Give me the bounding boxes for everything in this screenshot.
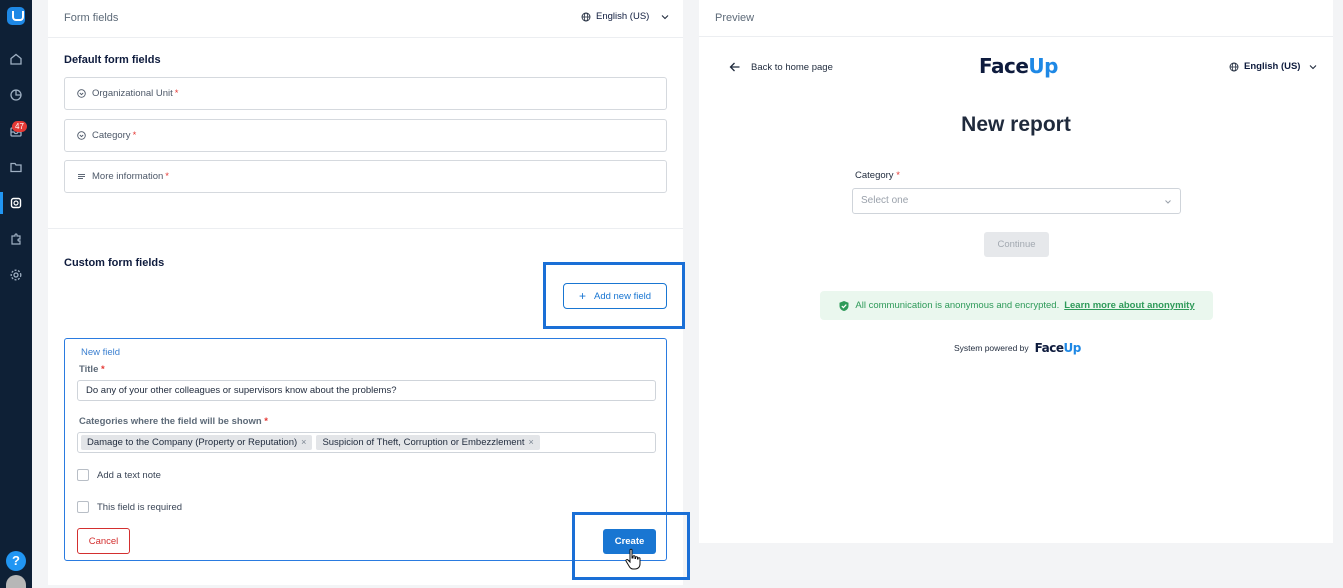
folder-icon[interactable] xyxy=(9,160,23,174)
new-field-legend: New field xyxy=(81,347,121,358)
section-divider xyxy=(48,228,683,229)
analytics-icon[interactable] xyxy=(9,88,23,102)
faceup-logo: FaceUp xyxy=(979,54,1058,78)
remove-chip-icon[interactable]: × xyxy=(529,433,534,452)
title-input[interactable]: Do any of your other colleagues or super… xyxy=(77,380,656,401)
globe-icon xyxy=(581,12,591,21)
chip-label: Suspicion of Theft, Corruption or Embezz… xyxy=(322,437,525,448)
form-icon[interactable] xyxy=(9,196,23,210)
required-mark: * xyxy=(165,171,169,182)
shield-check-icon xyxy=(839,300,849,311)
faceup-small-logo: FaceUp xyxy=(1034,341,1082,355)
default-field-category[interactable]: Category * xyxy=(64,119,667,152)
powered-by-text: System powered by xyxy=(954,343,1029,353)
title-label-text: Title xyxy=(79,364,99,375)
language-label: English (US) xyxy=(1244,61,1301,72)
preview-panel: Preview Back to home page FaceUp English… xyxy=(699,0,1333,543)
globe-icon xyxy=(1229,62,1239,71)
field-label: Organizational Unit xyxy=(92,88,173,99)
help-button[interactable]: ? xyxy=(6,551,26,571)
custom-fields-title: Custom form fields xyxy=(64,257,165,269)
required-checkbox[interactable] xyxy=(77,501,89,513)
default-fields-title: Default form fields xyxy=(64,54,161,66)
required-mark: * xyxy=(264,416,268,427)
category-label-text: Category xyxy=(855,170,894,181)
panel-title: Form fields xyxy=(64,12,119,24)
form-fields-panel: Form fields English (US) Default form fi… xyxy=(48,0,685,585)
category-chip: Suspicion of Theft, Corruption or Embezz… xyxy=(316,433,540,452)
remove-chip-icon[interactable]: × xyxy=(301,433,306,452)
field-label: Category xyxy=(92,130,131,141)
sidebar: 47 ? xyxy=(0,0,32,588)
app-logo[interactable] xyxy=(7,7,25,25)
required-option[interactable]: This field is required xyxy=(77,501,182,513)
default-field-organizational-unit[interactable]: Organizational Unit * xyxy=(64,77,667,110)
brand-up: Up xyxy=(1063,341,1082,355)
inbox-badge: 47 xyxy=(12,121,27,132)
categories-label-text: Categories where the field will be shown xyxy=(79,416,262,427)
anonymity-notice: All communication is anonymous and encry… xyxy=(820,291,1213,320)
powered-by: System powered by FaceUp xyxy=(954,341,1081,355)
categories-label: Categories where the field will be shown… xyxy=(79,416,268,427)
back-to-home-link[interactable]: Back to home page xyxy=(729,61,833,73)
brand-face: Face xyxy=(979,54,1029,78)
category-chip: Damage to the Company (Property or Reput… xyxy=(81,433,313,452)
add-text-note-option[interactable]: Add a text note xyxy=(77,469,161,481)
preview-header: Preview xyxy=(699,0,1333,37)
preview-language-selector[interactable]: English (US) xyxy=(1229,61,1318,72)
anonymity-text: All communication is anonymous and encry… xyxy=(855,300,1060,311)
categories-multiselect[interactable]: Damage to the Company (Property or Reput… xyxy=(77,432,656,453)
highlight-box xyxy=(543,262,685,329)
required-mark: * xyxy=(896,170,900,181)
arrow-left-icon xyxy=(729,62,740,72)
add-text-note-checkbox[interactable] xyxy=(77,469,89,481)
continue-button[interactable]: Continue xyxy=(984,232,1049,257)
form-fields-header: Form fields English (US) xyxy=(48,0,683,38)
active-indicator xyxy=(0,192,3,214)
chip-label: Damage to the Company (Property or Reput… xyxy=(87,437,298,448)
cancel-button[interactable]: Cancel xyxy=(77,528,130,554)
add-text-note-label: Add a text note xyxy=(97,469,161,481)
field-label: More information xyxy=(92,171,164,182)
required-mark: * xyxy=(132,130,137,141)
dropdown-circle-icon xyxy=(77,89,86,98)
required-mark: * xyxy=(101,364,105,375)
new-report-heading: New report xyxy=(961,113,1071,136)
hand-cursor-icon xyxy=(625,548,641,570)
text-lines-icon xyxy=(78,174,85,179)
category-label: Category * xyxy=(855,170,900,181)
puzzle-icon[interactable] xyxy=(9,232,23,246)
home-icon[interactable] xyxy=(9,52,23,66)
brand-face: Face xyxy=(1034,341,1064,355)
chevron-down-icon xyxy=(1165,200,1171,204)
language-label: English (US) xyxy=(596,11,650,22)
default-field-more-information[interactable]: More information * xyxy=(64,160,667,193)
chevron-down-icon xyxy=(1310,64,1317,69)
dropdown-circle-icon xyxy=(77,131,86,140)
settings-icon[interactable] xyxy=(9,268,23,282)
learn-more-link[interactable]: Learn more about anonymity xyxy=(1064,300,1194,311)
category-select[interactable]: Select one xyxy=(852,188,1181,214)
back-label: Back to home page xyxy=(751,61,833,73)
select-placeholder: Select one xyxy=(861,195,909,206)
chevron-down-icon xyxy=(661,14,669,19)
required-mark: * xyxy=(174,88,179,99)
title-label: Title * xyxy=(79,364,105,375)
required-option-label: This field is required xyxy=(97,501,183,513)
avatar[interactable] xyxy=(6,575,26,588)
language-selector[interactable]: English (US) xyxy=(581,11,670,22)
brand-up: Up xyxy=(1028,54,1058,78)
preview-title: Preview xyxy=(715,12,755,24)
